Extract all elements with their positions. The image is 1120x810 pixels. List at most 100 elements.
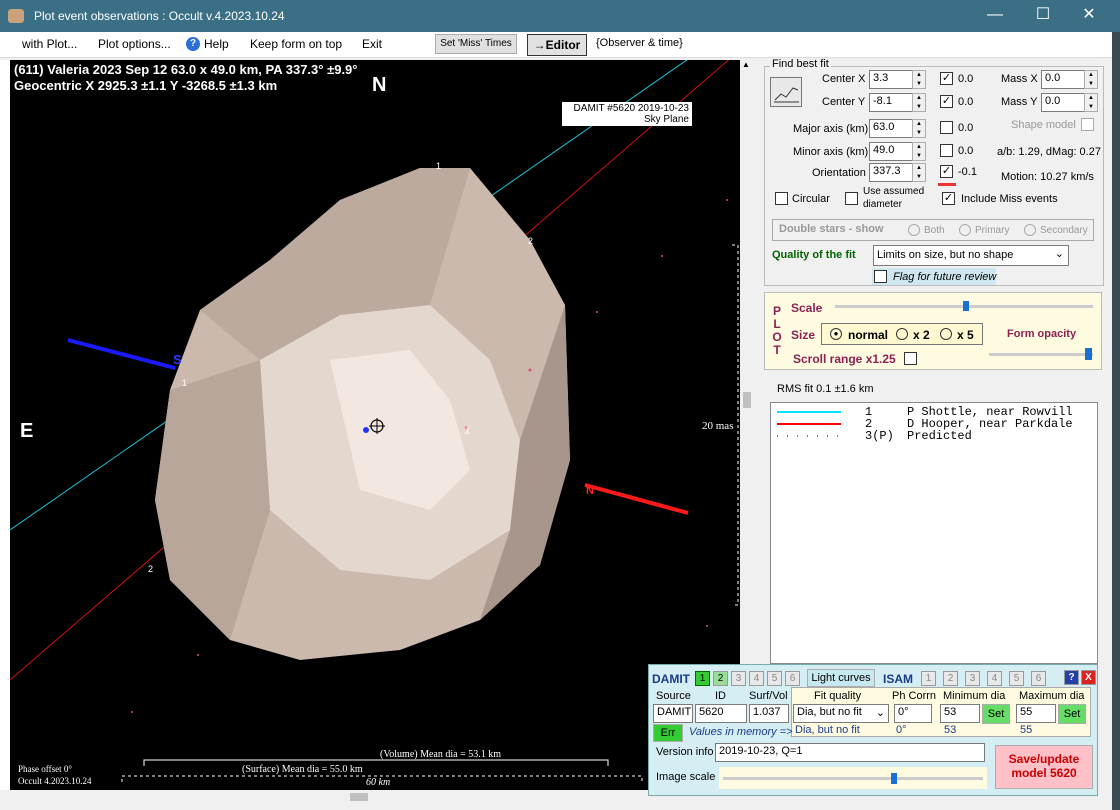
maximize-button[interactable]: ☐ bbox=[1020, 4, 1066, 28]
ph-corrn-input[interactable]: 0° bbox=[894, 704, 932, 723]
plot-horizontal-scrollbar[interactable] bbox=[10, 790, 740, 804]
damit-model-1[interactable]: 1 bbox=[695, 671, 710, 686]
circular-checkbox[interactable] bbox=[775, 192, 788, 205]
set-miss-times-button[interactable]: Set 'Miss' Times bbox=[435, 34, 517, 54]
center-y-input[interactable]: -8.1 bbox=[869, 93, 913, 112]
editor-button[interactable]: →Editor bbox=[527, 34, 587, 56]
damit-model-3[interactable]: 3 bbox=[731, 671, 746, 686]
damit-label-2: Sky Plane bbox=[643, 114, 689, 125]
observer-time-label[interactable]: {Observer & time} bbox=[596, 37, 683, 49]
help-q-button[interactable]: ? bbox=[1064, 670, 1079, 685]
hscroll-thumb[interactable] bbox=[350, 793, 368, 801]
flag-review-checkbox[interactable] bbox=[874, 270, 887, 283]
major-axis-spin[interactable]: ▲ ▼ bbox=[912, 119, 926, 138]
include-miss-checkbox[interactable]: ✓ bbox=[942, 192, 955, 205]
light-curves-button[interactable]: Light curves bbox=[807, 669, 875, 687]
menu-keep-on-top[interactable]: Keep form on top bbox=[250, 37, 342, 51]
use-assumed-checkbox[interactable] bbox=[845, 192, 858, 205]
err-button[interactable]: Err bbox=[653, 724, 683, 742]
ab-dmag-label: a/b: 1.29, dMag: 0.27 bbox=[997, 146, 1101, 158]
primary-radio[interactable] bbox=[959, 224, 971, 236]
opacity-slider[interactable] bbox=[989, 353, 1093, 356]
version-info-input[interactable]: 2019-10-23, Q=1 bbox=[715, 743, 985, 762]
menu-plot-options[interactable]: Plot options... bbox=[98, 37, 171, 51]
surfvol-input[interactable]: 1.037 bbox=[749, 704, 789, 723]
isam-model-3[interactable]: 3 bbox=[965, 671, 980, 686]
min-dia-header: Minimum dia bbox=[943, 690, 1006, 702]
normal-radio[interactable]: ● bbox=[830, 328, 842, 340]
damit-model-2[interactable]: 2 bbox=[713, 671, 728, 686]
menu-with-plot[interactable]: with Plot... bbox=[22, 37, 77, 51]
orientation-spin[interactable]: ▲ ▼ bbox=[912, 163, 926, 182]
close-button[interactable]: ✕ bbox=[1066, 4, 1112, 28]
plot-canvas[interactable]: (611) Valeria 2023 Sep 12 63.0 x 49.0 km… bbox=[10, 60, 740, 790]
minor-axis-input[interactable]: 49.0 bbox=[869, 142, 913, 161]
damit-model-6[interactable]: 6 bbox=[785, 671, 800, 686]
damit-model-4[interactable]: 4 bbox=[749, 671, 764, 686]
center-x-checkbox[interactable]: ✓ bbox=[940, 72, 953, 85]
center-y-spin[interactable]: ▲ ▼ bbox=[912, 93, 926, 112]
damit-model-5[interactable]: 5 bbox=[767, 671, 782, 686]
center-x-input[interactable]: 3.3 bbox=[869, 70, 913, 89]
save-update-button[interactable]: Save/update model 5620 bbox=[995, 745, 1093, 789]
x5-label: x 5 bbox=[957, 328, 974, 342]
both-radio[interactable] bbox=[908, 224, 920, 236]
isam-model-4[interactable]: 4 bbox=[987, 671, 1002, 686]
chord-label: 1 bbox=[182, 378, 188, 388]
secondary-label: Secondary bbox=[1040, 225, 1088, 236]
set-min-button[interactable]: Set bbox=[982, 704, 1010, 724]
orientation-input[interactable]: 337.3 bbox=[869, 163, 913, 182]
max-dia-input[interactable]: 55 bbox=[1016, 704, 1056, 723]
ph-corrn-memory: 0° bbox=[896, 724, 907, 736]
mass-x-input[interactable]: 0.0 bbox=[1041, 70, 1085, 89]
x2-radio[interactable] bbox=[896, 328, 908, 340]
isam-model-5[interactable]: 5 bbox=[1009, 671, 1024, 686]
isam-model-2[interactable]: 2 bbox=[943, 671, 958, 686]
scroll-range-checkbox[interactable] bbox=[904, 352, 917, 365]
secondary-radio[interactable] bbox=[1024, 224, 1036, 236]
min-dia-input[interactable]: 53 bbox=[940, 704, 980, 723]
major-axis-input[interactable]: 63.0 bbox=[869, 119, 913, 138]
image-scale-slider[interactable] bbox=[723, 777, 983, 780]
north-marker: N bbox=[586, 485, 594, 497]
isam-model-6[interactable]: 6 bbox=[1031, 671, 1046, 686]
opacity-slider-thumb[interactable] bbox=[1085, 348, 1092, 360]
x5-radio[interactable] bbox=[940, 328, 952, 340]
orientation-checkbox[interactable]: ✓ bbox=[940, 165, 953, 178]
mass-y-input[interactable]: 0.0 bbox=[1041, 93, 1085, 112]
major-axis-checkbox[interactable] bbox=[940, 121, 953, 134]
image-scale-thumb[interactable] bbox=[891, 773, 897, 784]
x2-label: x 2 bbox=[913, 328, 930, 342]
minimize-button[interactable]: — bbox=[972, 4, 1018, 28]
set-max-button[interactable]: Set bbox=[1058, 704, 1086, 724]
chord-label: 1 bbox=[436, 161, 442, 171]
minor-axis-checkbox[interactable] bbox=[940, 144, 953, 157]
menu-help[interactable]: Help bbox=[204, 37, 229, 51]
min-dia-memory: 53 bbox=[944, 724, 957, 736]
center-y-checkbox[interactable]: ✓ bbox=[940, 95, 953, 108]
source-input[interactable]: DAMIT bbox=[653, 704, 693, 723]
scroll-up-arrow-icon[interactable]: ▲ bbox=[742, 60, 750, 69]
fit-quality-select[interactable]: Dia, but no fit ⌄ bbox=[793, 704, 889, 723]
image-scale-slider-track[interactable] bbox=[719, 767, 987, 789]
center-x-fix: 0.0 bbox=[958, 73, 974, 85]
left-partial-panel bbox=[0, 60, 10, 790]
mass-x-spin[interactable]: ▲ ▼ bbox=[1084, 70, 1098, 89]
id-input[interactable]: 5620 bbox=[695, 704, 747, 723]
chord-label: 3 bbox=[464, 426, 470, 436]
fit-graph-button[interactable] bbox=[770, 77, 802, 107]
scale-slider-thumb[interactable] bbox=[963, 301, 969, 311]
ph-corrn-header: Ph Corrn bbox=[892, 690, 937, 702]
menu-exit[interactable]: Exit bbox=[362, 37, 382, 51]
fit-quality-value: Dia, but no fit bbox=[797, 706, 862, 718]
title-bar: Plot event observations : Occult v.4.202… bbox=[0, 0, 1120, 32]
quality-fit-select[interactable]: Limits on size, but no shape ⌄ bbox=[873, 245, 1069, 266]
shape-model-checkbox[interactable] bbox=[1081, 118, 1094, 131]
mass-y-spin[interactable]: ▲ ▼ bbox=[1084, 93, 1098, 112]
close-x-button[interactable]: X bbox=[1081, 670, 1096, 685]
mas-scale-label: 20 mas bbox=[702, 420, 734, 432]
minor-axis-spin[interactable]: ▲ ▼ bbox=[912, 142, 926, 161]
isam-model-1[interactable]: 1 bbox=[921, 671, 936, 686]
scroll-thumb[interactable] bbox=[743, 392, 751, 408]
center-x-spin[interactable]: ▲ ▼ bbox=[912, 70, 926, 89]
